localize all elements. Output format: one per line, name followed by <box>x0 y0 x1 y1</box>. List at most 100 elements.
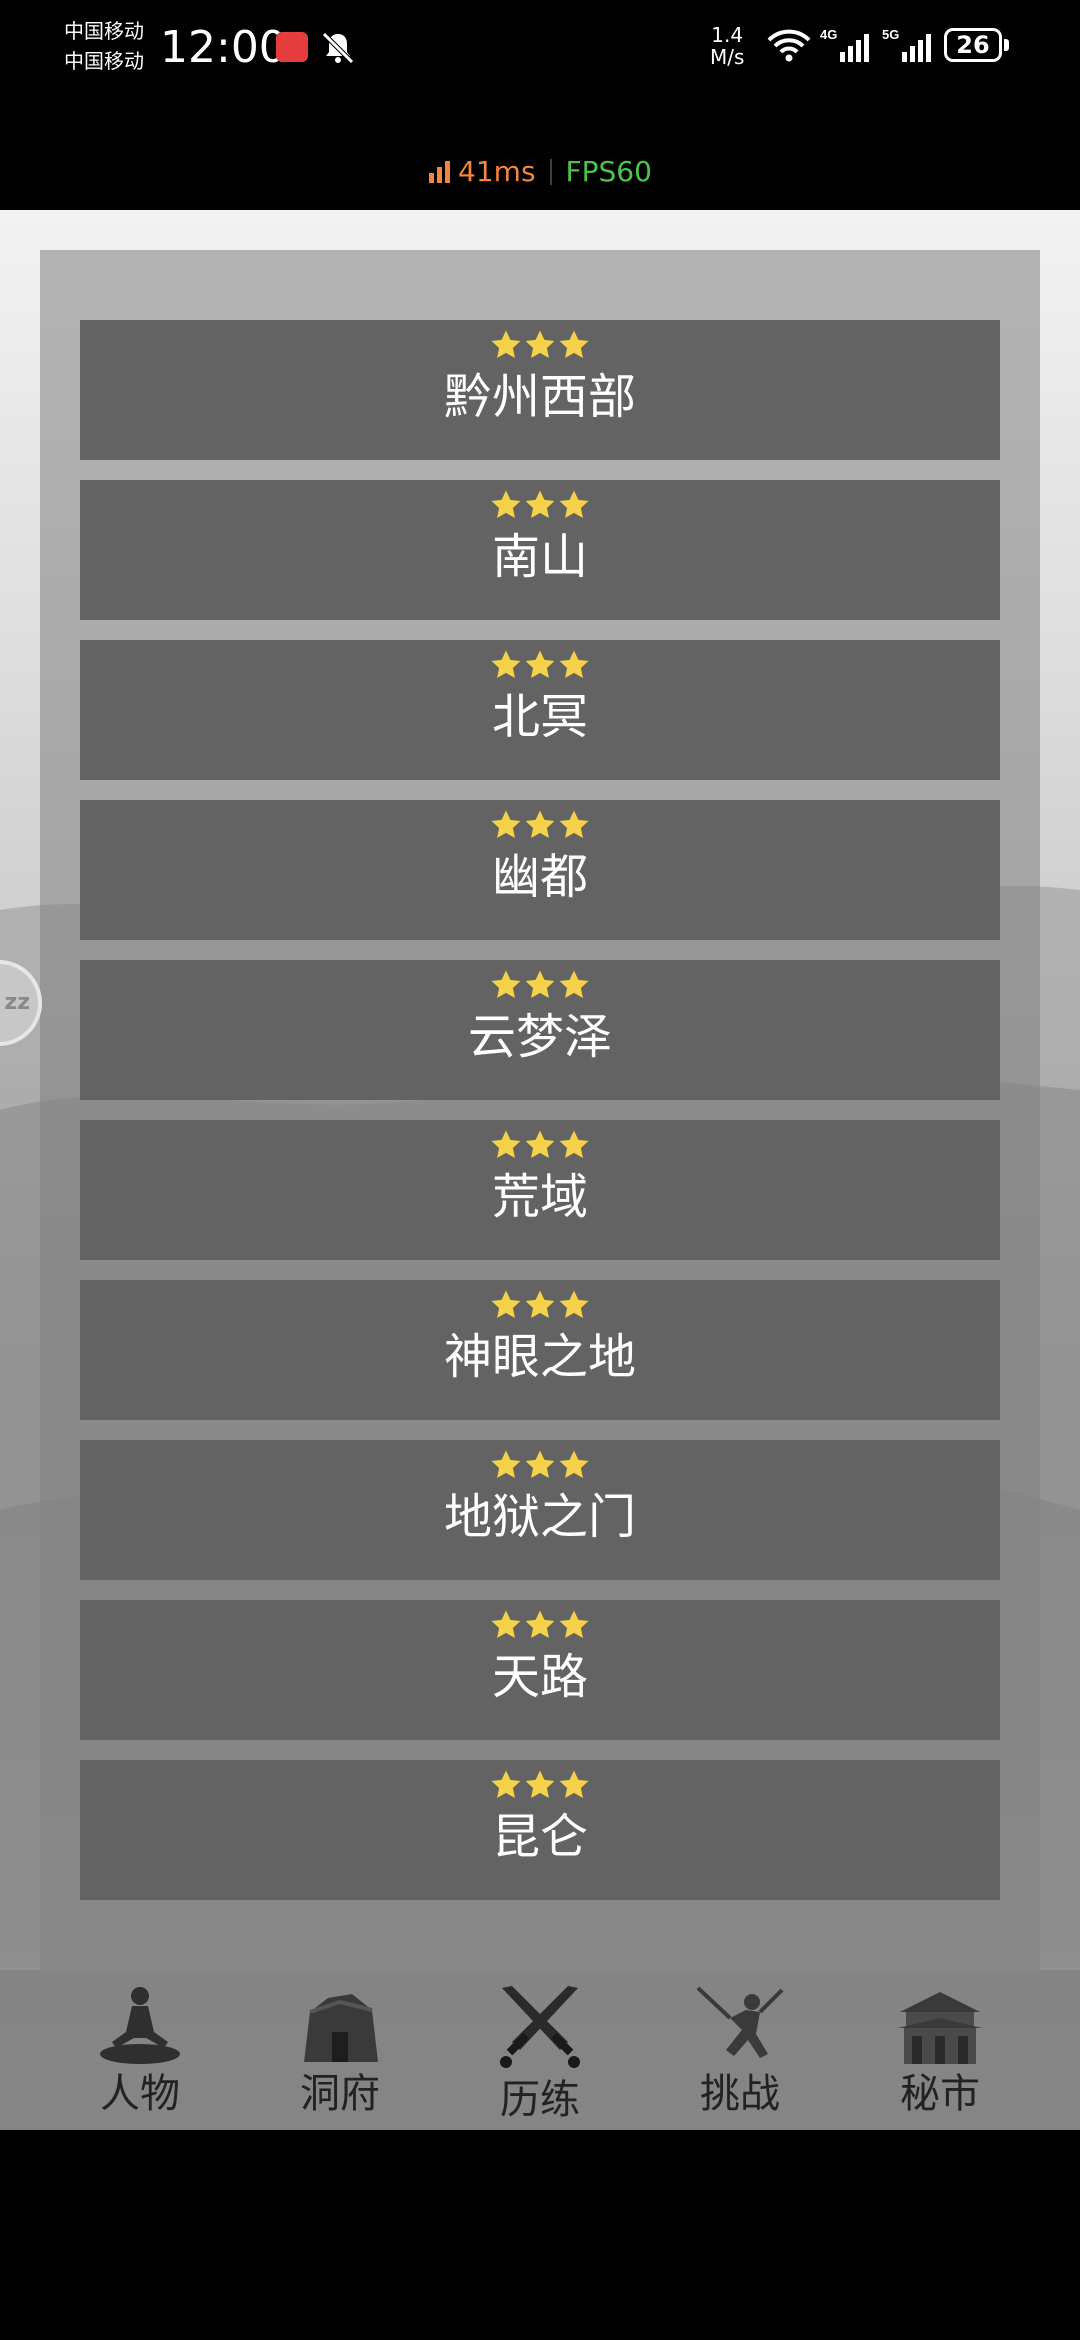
star-rating <box>80 1768 1000 1802</box>
star-rating <box>80 488 1000 522</box>
star-icon <box>491 1450 521 1479</box>
location-item[interactable]: 昆仑 <box>80 1760 1000 1900</box>
crossed-swords-icon <box>500 1986 580 2068</box>
star-rating <box>80 1128 1000 1162</box>
star-icon <box>491 1130 521 1159</box>
bottom-nav: 人物 洞府 历练 挑战 秘市 <box>0 1970 1080 2130</box>
latency-signal-icon <box>429 161 451 183</box>
star-icon <box>559 1130 589 1159</box>
star-rating <box>80 1448 1000 1482</box>
nav-item-cave[interactable]: 洞府 <box>265 1970 415 2130</box>
star-icon <box>491 650 521 679</box>
location-name: 幽都 <box>491 849 588 905</box>
star-icon <box>525 1770 555 1799</box>
star-icon <box>525 970 555 999</box>
swordsman-icon <box>696 1986 784 2058</box>
location-item[interactable]: 幽都 <box>80 800 1000 940</box>
nav-item-challenge[interactable]: 挑战 <box>665 1970 815 2130</box>
star-icon <box>559 1450 589 1479</box>
location-name: 南山 <box>491 529 588 585</box>
location-name: 北冥 <box>491 689 588 745</box>
star-icon <box>525 1450 555 1479</box>
signal-5g-icon: 5G <box>882 27 931 62</box>
signal-4g-icon: 4G <box>820 27 869 62</box>
wifi-icon <box>767 29 811 62</box>
star-icon <box>525 810 555 839</box>
location-item[interactable]: 地狱之门 <box>80 1440 1000 1580</box>
star-icon <box>491 490 521 519</box>
location-item[interactable]: 神眼之地 <box>80 1280 1000 1420</box>
star-icon <box>491 810 521 839</box>
location-item[interactable]: 云梦泽 <box>80 960 1000 1100</box>
net-5g-label: 5G <box>882 27 899 42</box>
nav-label: 人物 <box>100 2071 180 2117</box>
net-4g-label: 4G <box>820 27 837 42</box>
star-icon <box>525 330 555 359</box>
star-rating <box>80 968 1000 1002</box>
status-bar: 中国移动 中国移动 12:00 1.4 M/s 4G 5G 26 <box>0 0 1080 100</box>
star-icon <box>559 1610 589 1639</box>
star-icon <box>525 1610 555 1639</box>
carrier-labels: 中国移动 中国移动 <box>64 16 144 76</box>
star-rating <box>80 1608 1000 1642</box>
star-icon <box>525 1130 555 1159</box>
bottom-system-area <box>0 2130 1080 2340</box>
star-icon <box>559 1290 589 1319</box>
speed-unit: M/s <box>710 45 745 69</box>
market-building-icon <box>898 1992 982 2064</box>
location-name: 黔州西部 <box>443 369 636 425</box>
latency-text: 41ms <box>458 155 536 188</box>
nav-item-training[interactable]: 历练 <box>465 1970 615 2130</box>
location-name: 神眼之地 <box>443 1329 636 1385</box>
nav-label: 洞府 <box>300 2071 380 2117</box>
bell-muted-icon <box>322 32 354 64</box>
location-item[interactable]: 黔州西部 <box>80 320 1000 460</box>
star-icon <box>559 490 589 519</box>
location-name: 云梦泽 <box>467 1009 612 1065</box>
location-item[interactable]: 北冥 <box>80 640 1000 780</box>
location-name: 天路 <box>491 1649 588 1705</box>
floating-button-label: zz <box>4 990 30 1015</box>
star-icon <box>491 1290 521 1319</box>
battery-level: 26 <box>956 31 990 59</box>
network-speed: 1.4 M/s <box>710 24 744 68</box>
location-name: 昆仑 <box>491 1809 588 1865</box>
star-icon <box>525 490 555 519</box>
star-icon <box>491 330 521 359</box>
game-area: zz 黔州西部南山北冥幽都云梦泽荒域神眼之地地狱之门天路昆仑 人物 洞府 <box>0 210 1080 2130</box>
star-icon <box>491 1770 521 1799</box>
huawei-app-icon <box>276 32 308 62</box>
carrier-1: 中国移动 <box>64 19 144 43</box>
star-rating <box>80 1288 1000 1322</box>
battery-indicator: 26 <box>944 28 1012 64</box>
location-item[interactable]: 荒域 <box>80 1120 1000 1260</box>
star-icon <box>525 1290 555 1319</box>
star-rating <box>80 808 1000 842</box>
star-icon <box>491 970 521 999</box>
location-item[interactable]: 南山 <box>80 480 1000 620</box>
carrier-2: 中国移动 <box>64 49 144 73</box>
nav-label: 秘市 <box>900 2071 980 2117</box>
speed-value: 1.4 <box>711 23 744 47</box>
star-rating <box>80 648 1000 682</box>
nav-label: 挑战 <box>700 2071 780 2117</box>
star-icon <box>559 810 589 839</box>
star-icon <box>491 1610 521 1639</box>
location-name: 地狱之门 <box>443 1489 636 1545</box>
location-item[interactable]: 天路 <box>80 1600 1000 1740</box>
clock: 12:00 <box>160 22 287 73</box>
star-icon <box>559 650 589 679</box>
nav-item-market[interactable]: 秘市 <box>865 1970 1015 2130</box>
location-name: 荒域 <box>491 1169 588 1225</box>
star-icon <box>525 650 555 679</box>
cave-house-icon <box>304 1994 378 2062</box>
fps-text: FPS60 <box>565 155 652 188</box>
star-rating <box>80 328 1000 362</box>
star-icon <box>559 330 589 359</box>
star-icon <box>559 970 589 999</box>
star-icon <box>559 1770 589 1799</box>
meditation-icon <box>100 1987 180 2064</box>
performance-bar: 41ms FPS60 <box>0 100 1080 210</box>
nav-item-character[interactable]: 人物 <box>65 1970 215 2130</box>
nav-label: 历练 <box>500 2077 580 2123</box>
